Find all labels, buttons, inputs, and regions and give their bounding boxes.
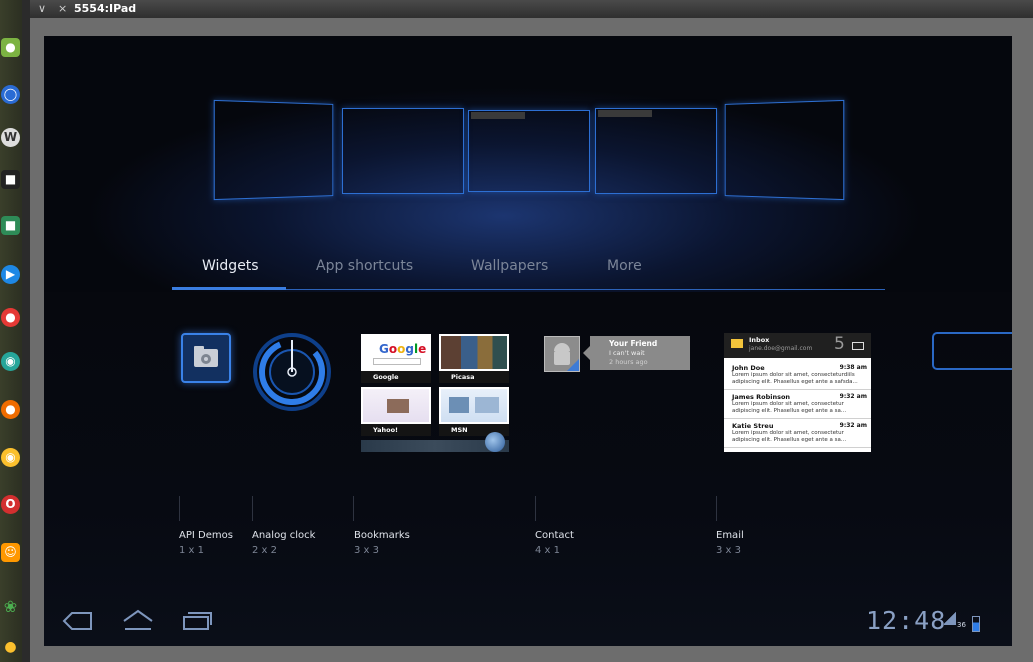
- app-icon-dou[interactable]: ■: [1, 216, 20, 235]
- widget-size-analog-clock: 2 x 2: [252, 545, 277, 556]
- email-time: 9:32 am: [839, 422, 867, 429]
- back-icon[interactable]: [62, 611, 94, 631]
- picasa-thumbnail: [441, 336, 507, 369]
- widget-name-email: Email: [716, 530, 744, 541]
- home-panel-5[interactable]: [724, 99, 845, 201]
- tab-widgets[interactable]: Widgets: [202, 258, 259, 274]
- label-divider: [716, 496, 717, 521]
- contact-avatar: [544, 336, 580, 372]
- email-sender: James Robinson: [732, 393, 791, 401]
- email-row[interactable]: James Robinson 9:32 am Lorem ipsum dolor…: [724, 390, 871, 419]
- home-icon[interactable]: [121, 609, 155, 631]
- email-row[interactable]: Katie Streu 9:32 am Lorem ipsum dolor si…: [724, 419, 871, 448]
- widget-size-api-demos: 1 x 1: [179, 545, 204, 556]
- email-preview: Lorem ipsum dolor sit amet, consectetur …: [732, 430, 847, 443]
- tab-selection-indicator: [172, 287, 286, 290]
- email-preview: Lorem ipsum dolor sit amet, consecteturd…: [732, 372, 858, 385]
- window-close-icon[interactable]: ×: [58, 2, 67, 15]
- gear-folder-icon: [194, 346, 218, 367]
- bookmark-yahoo[interactable]: Yahoo!: [361, 387, 431, 436]
- contact-bubble: Your Friend I can't wait 2 hours ago: [583, 336, 690, 370]
- firefox-icon[interactable]: ●: [1, 400, 20, 419]
- email-unread-count: 5: [834, 334, 845, 354]
- yahoo-thumbnail: [363, 389, 429, 422]
- email-time: 9:38 am: [839, 364, 867, 371]
- widget-size-bookmarks: 3 x 3: [354, 545, 379, 556]
- email-folder: Inbox: [749, 336, 770, 344]
- recent-apps-icon[interactable]: [181, 611, 213, 631]
- contact-status: I can't wait: [609, 349, 645, 357]
- label-divider: [179, 496, 180, 521]
- msn-thumbnail: [441, 389, 507, 422]
- bookmark-label: Yahoo!: [361, 424, 431, 436]
- tab-app-shortcuts[interactable]: App shortcuts: [316, 258, 413, 274]
- contact-time: 2 hours ago: [609, 358, 648, 366]
- android-icon[interactable]: ●: [1, 38, 20, 57]
- browser-globe-icon[interactable]: ◯: [1, 85, 20, 104]
- chrome-icon[interactable]: ◉: [1, 448, 20, 467]
- status-clock: 12:48: [866, 606, 947, 635]
- app-icon-mian[interactable]: ■: [1, 170, 20, 189]
- widget-name-contact: Contact: [535, 530, 574, 541]
- mail-icon: [852, 342, 864, 350]
- window-menu-icon[interactable]: ∨: [38, 2, 46, 15]
- bookmark-picasa[interactable]: Picasa: [439, 334, 509, 383]
- qq-game-icon[interactable]: ☺: [1, 543, 20, 562]
- signal-icon: [944, 611, 956, 625]
- google-thumbnail: Google: [363, 336, 429, 369]
- bookmark-msn[interactable]: MSN: [439, 387, 509, 436]
- bookmark-label: Google: [361, 371, 431, 383]
- panel-toolbar: [598, 110, 652, 117]
- android-avatar-icon: [554, 343, 579, 371]
- emulator-window: ∨ × 5554:IPad Widgets App shortcuts Wall…: [30, 0, 1033, 662]
- email-sender: Katie Streu: [732, 422, 774, 430]
- device-screen: Widgets App shortcuts Wallpapers More Go…: [44, 36, 1012, 646]
- globe-icon: [485, 432, 505, 452]
- label-divider: [353, 496, 354, 521]
- contact-name: Your Friend: [609, 339, 658, 348]
- email-account: jane.doe@gmail.com: [749, 345, 813, 352]
- desktop-dock: ● ◯ W ■ ■ ▶ ● ◉ ● ◉ O ☺ ❀ ●: [0, 0, 22, 662]
- tab-wallpapers[interactable]: Wallpapers: [471, 258, 548, 274]
- label-divider: [535, 496, 536, 521]
- window-title: 5554:IPad: [74, 2, 137, 15]
- contact-widget[interactable]: Your Friend I can't wait 2 hours ago: [544, 336, 690, 372]
- home-panel-2[interactable]: [342, 108, 464, 194]
- panel-search-bar: [471, 112, 525, 119]
- window-titlebar: ∨ × 5554:IPad: [30, 0, 1033, 18]
- battery-level: 36: [957, 621, 966, 629]
- bookmark-google[interactable]: Google Google: [361, 334, 431, 383]
- home-panel-3[interactable]: [468, 110, 590, 192]
- email-header: Inbox jane.doe@gmail.com 5: [724, 333, 871, 358]
- widget-size-contact: 4 x 1: [535, 545, 560, 556]
- qq-icon[interactable]: ●: [1, 638, 20, 657]
- widget-name-bookmarks: Bookmarks: [354, 530, 410, 541]
- widget-name-api-demos: API Demos: [179, 530, 233, 541]
- widget-name-analog-clock: Analog clock: [252, 530, 316, 541]
- tab-more[interactable]: More: [607, 258, 642, 274]
- label-divider: [252, 496, 253, 521]
- media-player-icon[interactable]: ▶: [1, 265, 20, 284]
- email-widget[interactable]: Inbox jane.doe@gmail.com 5 John Doe 9:38…: [724, 333, 871, 452]
- widget-size-email: 3 x 3: [716, 545, 741, 556]
- clover-icon[interactable]: ❀: [1, 597, 20, 616]
- email-row[interactable]: John Doe 9:38 am Lorem ipsum dolor sit a…: [724, 361, 871, 390]
- opera-icon[interactable]: O: [1, 495, 20, 514]
- email-sender: John Doe: [732, 364, 765, 372]
- analog-clock-widget[interactable]: [252, 332, 332, 412]
- eye-app-icon[interactable]: ◉: [1, 352, 20, 371]
- email-preview: Lorem ipsum dolor sit amet, consectetur …: [732, 401, 847, 414]
- wordpress-icon[interactable]: W: [1, 128, 20, 147]
- bookmark-label: Picasa: [439, 371, 509, 383]
- next-widget-preview[interactable]: [932, 332, 1012, 370]
- home-panel-4[interactable]: [595, 108, 717, 194]
- home-panel-1[interactable]: [213, 99, 334, 201]
- envelope-icon: [731, 339, 743, 348]
- api-demos-widget[interactable]: [181, 333, 231, 383]
- email-time: 9:32 am: [839, 393, 867, 400]
- weibo-icon[interactable]: ●: [1, 308, 20, 327]
- battery-icon: [972, 616, 980, 632]
